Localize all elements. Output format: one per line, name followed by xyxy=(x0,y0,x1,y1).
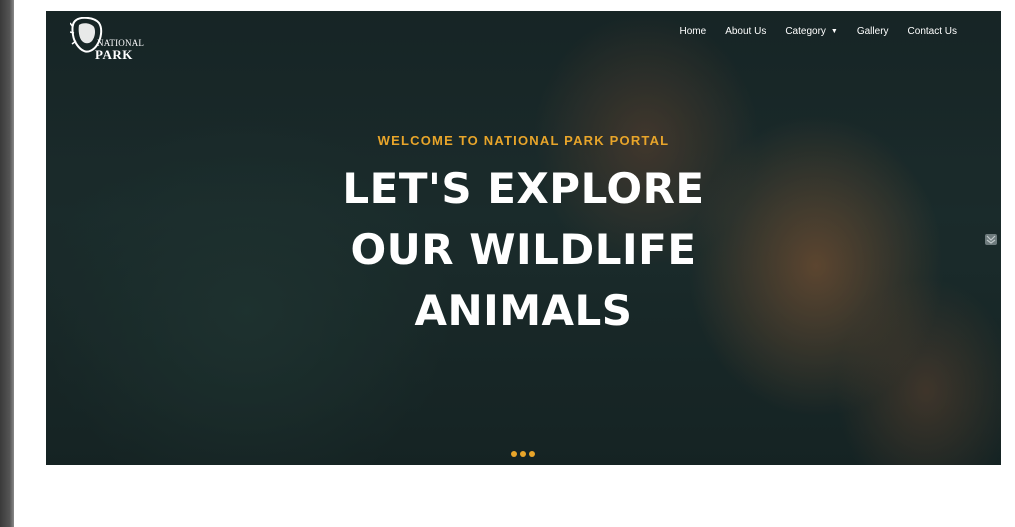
carousel-indicators xyxy=(511,451,535,457)
hero-title: LET'S EXPLORE OUR WILDLIFE ANIMALS xyxy=(46,158,1001,341)
hero-eyebrow: WELCOME TO NATIONAL PARK PORTAL xyxy=(377,133,670,148)
nav-about-us[interactable]: About Us xyxy=(725,26,766,38)
hero-title-line-3: ANIMALS xyxy=(414,286,633,335)
site-logo[interactable]: NATIONAL PARK xyxy=(70,17,150,62)
nav-home[interactable]: Home xyxy=(680,26,707,38)
nav-category-label: Category xyxy=(785,26,826,37)
main-nav: Home About Us Category ▼ Gallery Contact … xyxy=(680,26,958,38)
caret-down-icon: ▼ xyxy=(830,28,838,35)
nav-contact-us[interactable]: Contact Us xyxy=(908,26,957,38)
hero-content: WELCOME TO NATIONAL PARK PORTAL LET'S EX… xyxy=(46,133,1001,341)
logo-text-park: PARK xyxy=(95,47,133,62)
hero-banner: NATIONAL PARK Home About Us Category ▼ Ga… xyxy=(46,11,1001,465)
carousel-dot-1[interactable] xyxy=(511,451,517,457)
carousel-dot-3[interactable] xyxy=(529,451,535,457)
window-edge xyxy=(0,0,14,527)
nav-category-dropdown[interactable]: Category ▼ xyxy=(785,26,838,38)
hero-title-line-2: OUR WILDLIFE xyxy=(350,225,697,274)
nav-gallery[interactable]: Gallery xyxy=(857,26,889,38)
carousel-dot-2[interactable] xyxy=(520,451,526,457)
hero-title-line-1: LET'S EXPLORE xyxy=(342,164,705,213)
